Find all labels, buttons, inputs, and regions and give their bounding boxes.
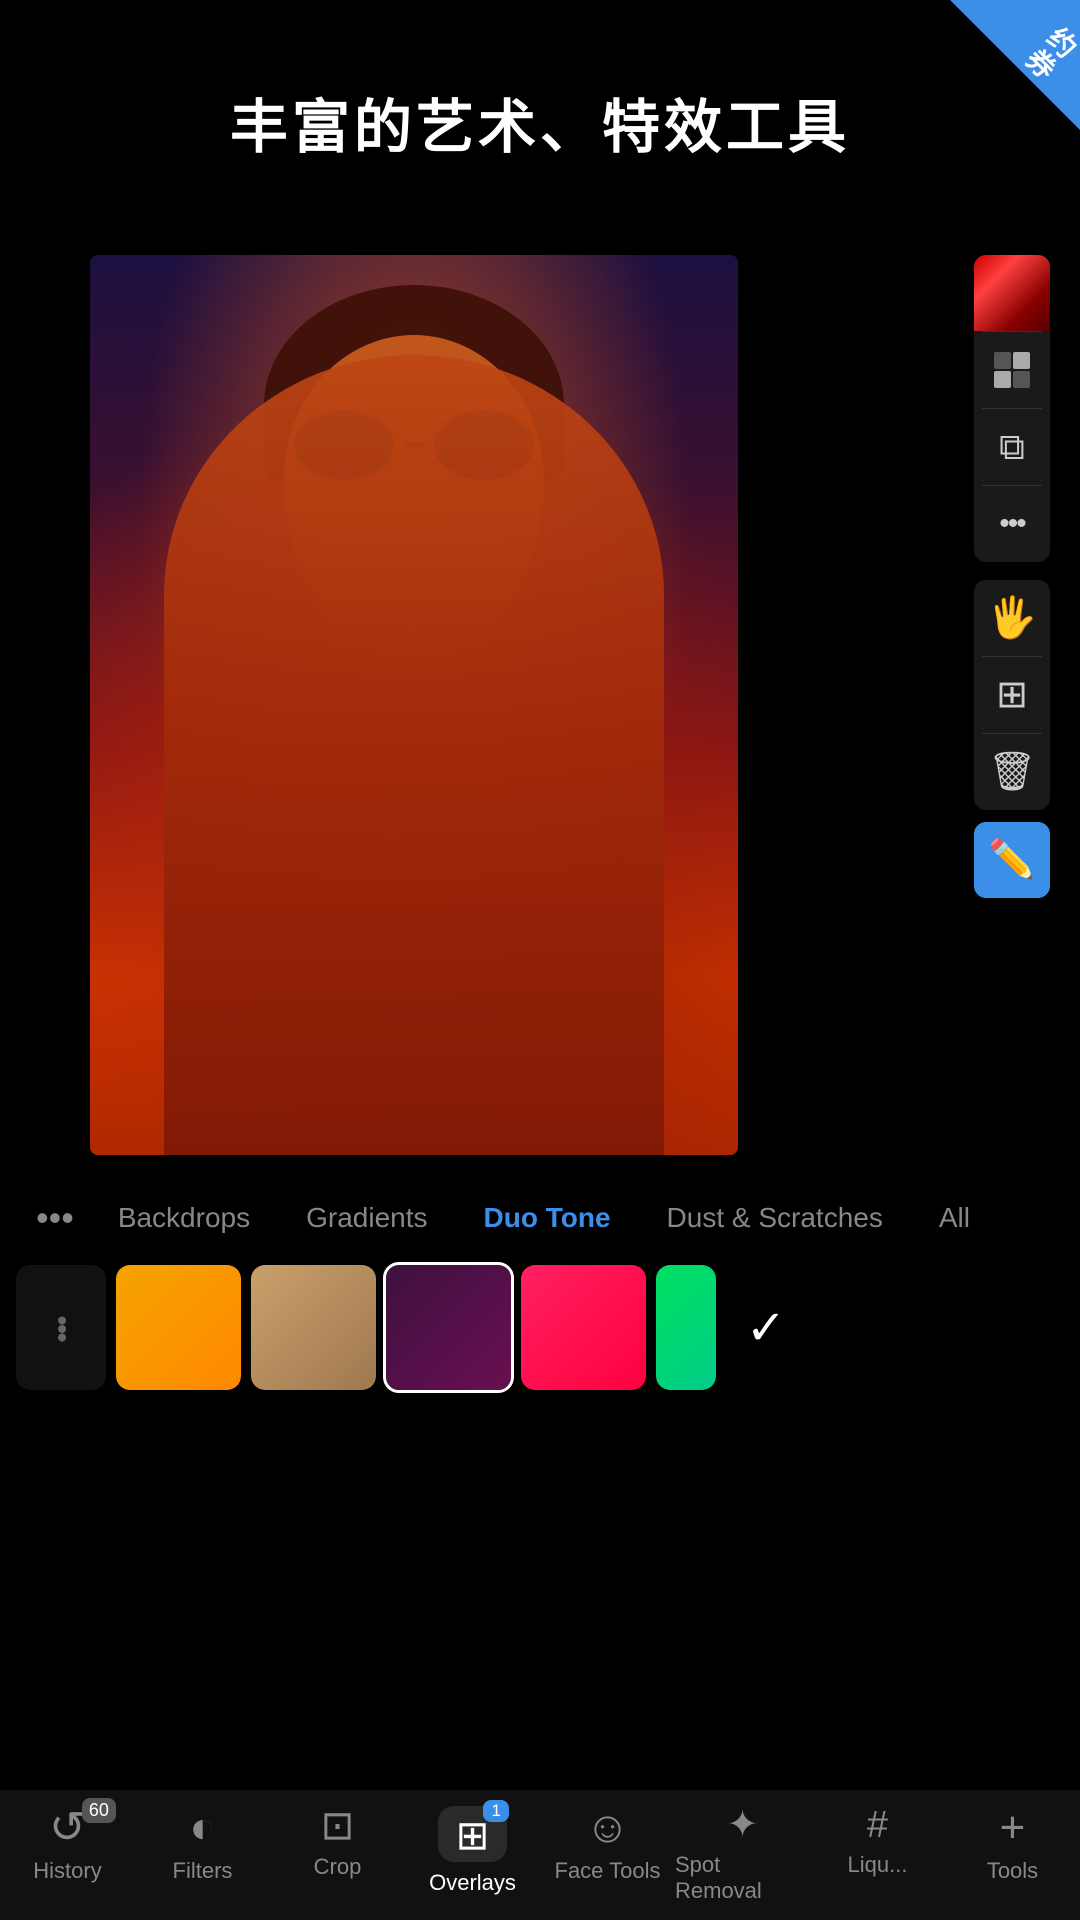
swatch-menu-icon: ••• bbox=[44, 1315, 78, 1341]
overlays-badge: 1 bbox=[483, 1800, 509, 1822]
eyedropper-icon: ✏️ bbox=[988, 841, 1035, 879]
spot-removal-icon: ✦ bbox=[727, 1806, 759, 1844]
history-label: History bbox=[33, 1858, 101, 1884]
page-title: 丰富的艺术、特效工具 bbox=[0, 80, 1080, 164]
checkerboard-btn[interactable] bbox=[974, 332, 1050, 408]
main-image bbox=[90, 255, 738, 1155]
toolbar-section-top: ⧉ ••• bbox=[974, 255, 1050, 562]
liquify-label: Liqu... bbox=[848, 1852, 908, 1878]
swatch-purple[interactable] bbox=[386, 1265, 511, 1390]
duplicate-btn[interactable]: ⧉ bbox=[974, 409, 1050, 485]
swatch-orange[interactable] bbox=[116, 1265, 241, 1390]
duplicate-icon: ⧉ bbox=[999, 429, 1025, 465]
more-btn[interactable]: ••• bbox=[974, 486, 1050, 562]
swatch-green[interactable] bbox=[656, 1265, 716, 1390]
tab-all[interactable]: All bbox=[911, 1194, 998, 1242]
overlays-icon: ⊞ bbox=[456, 1814, 490, 1858]
eyedropper-btn[interactable]: ✏️ bbox=[974, 822, 1050, 898]
swatch-menu-btn[interactable]: ••• bbox=[16, 1265, 106, 1390]
spot-removal-label: Spot Removal bbox=[675, 1852, 810, 1904]
hand-icon: 🖐 bbox=[987, 598, 1037, 638]
nav-filters[interactable]: ◐ Filters bbox=[135, 1806, 270, 1884]
tab-backdrops[interactable]: Backdrops bbox=[90, 1194, 278, 1242]
swatches-row: ••• ✓ bbox=[0, 1255, 1080, 1400]
checkerboard-icon bbox=[994, 352, 1030, 388]
crop-label: Crop bbox=[314, 1854, 362, 1880]
more-icon: ••• bbox=[999, 509, 1025, 539]
history-icon: ↺ bbox=[49, 1803, 86, 1852]
nav-spot-removal[interactable]: ✦ Spot Removal bbox=[675, 1806, 810, 1904]
toolbar-section-bottom: 🖐 ⊞ 🗑 bbox=[974, 580, 1050, 810]
delete-btn[interactable]: 🗑 bbox=[974, 734, 1050, 810]
transform-icon: ⊞ bbox=[996, 676, 1028, 714]
delete-icon: 🗑 bbox=[988, 753, 1036, 791]
filters-icon: ◐ bbox=[189, 1806, 216, 1850]
face-tools-icon: ☺ bbox=[585, 1806, 630, 1850]
tab-duo-tone[interactable]: Duo Tone bbox=[456, 1194, 639, 1242]
hand-btn[interactable]: 🖐 bbox=[974, 580, 1050, 656]
liquify-icon: # bbox=[867, 1806, 888, 1844]
swatch-tan[interactable] bbox=[251, 1265, 376, 1390]
swatch-red[interactable] bbox=[521, 1265, 646, 1390]
filters-label: Filters bbox=[173, 1858, 233, 1884]
tools-label: Tools bbox=[987, 1858, 1038, 1884]
crop-icon: ⊡ bbox=[321, 1806, 355, 1846]
tools-icon: + bbox=[1000, 1806, 1026, 1850]
nav-liquify[interactable]: # Liqu... bbox=[810, 1806, 945, 1878]
history-badge: 60 bbox=[82, 1798, 116, 1823]
bottom-nav: ↺ 60 History ◐ Filters ⊡ Crop ⊞ 1 Overla… bbox=[0, 1790, 1080, 1920]
nav-face-tools[interactable]: ☺ Face Tools bbox=[540, 1806, 675, 1884]
color-swatch-btn[interactable] bbox=[974, 255, 1050, 331]
face-tools-label: Face Tools bbox=[555, 1858, 661, 1884]
corner-badge-text: 约券 bbox=[1015, 17, 1080, 88]
right-toolbar: ⧉ ••• 🖐 ⊞ 🗑 ✏️ bbox=[974, 255, 1050, 898]
category-tabs: ••• Backdrops Gradients Duo Tone Dust & … bbox=[0, 1185, 1080, 1250]
check-icon: ✓ bbox=[746, 1300, 786, 1356]
transform-btn[interactable]: ⊞ bbox=[974, 657, 1050, 733]
nav-crop[interactable]: ⊡ Crop bbox=[270, 1806, 405, 1880]
swatch-confirm-btn[interactable]: ✓ bbox=[726, 1265, 806, 1390]
tab-gradients[interactable]: Gradients bbox=[278, 1194, 455, 1242]
nav-history[interactable]: ↺ 60 History bbox=[0, 1806, 135, 1884]
tab-more[interactable]: ••• bbox=[20, 1189, 90, 1247]
nav-overlays[interactable]: ⊞ 1 Overlays bbox=[405, 1806, 540, 1896]
overlays-label: Overlays bbox=[429, 1870, 516, 1896]
nav-tools[interactable]: + Tools bbox=[945, 1806, 1080, 1884]
tab-dust-scratches[interactable]: Dust & Scratches bbox=[639, 1194, 911, 1242]
